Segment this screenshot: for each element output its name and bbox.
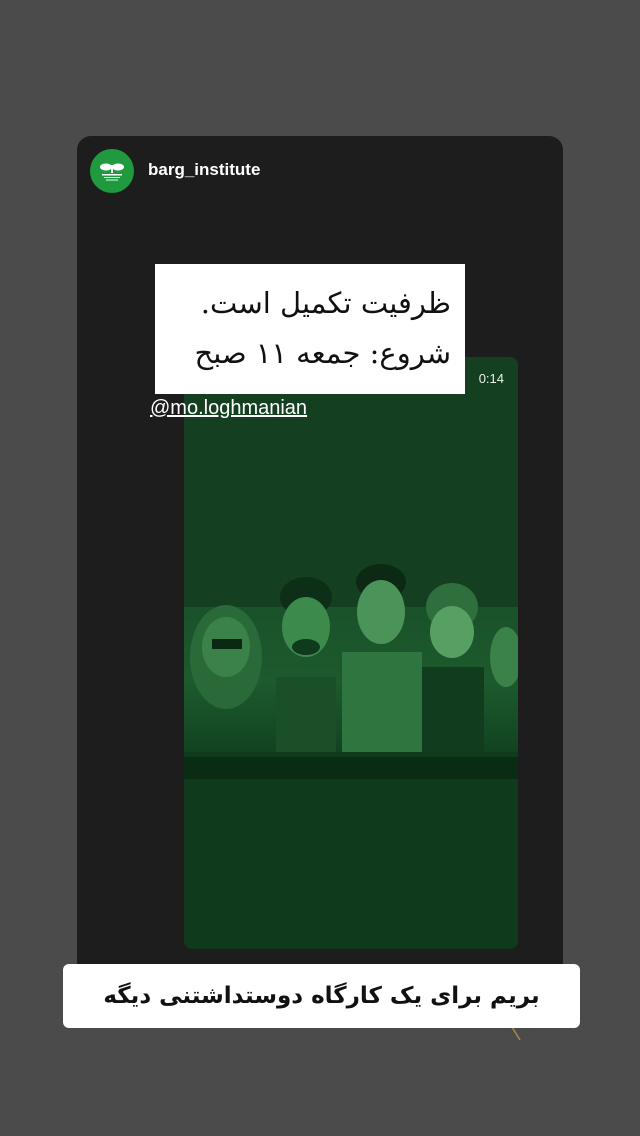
story-screen: barg_institute 0:14 ظرفیت تکمیل است. شرو… <box>0 0 640 1136</box>
video-frame <box>184 357 518 949</box>
bottom-caption-text: بریم برای یک کارگاه دوستداشتنی دیگه <box>103 983 540 1009</box>
caption-sticker[interactable]: ظرفیت تکمیل است. شروع: جمعه ۱۱ صبح <box>155 264 465 394</box>
username[interactable]: barg_institute <box>148 160 260 180</box>
caption-line-1: ظرفیت تکمیل است. <box>200 286 451 320</box>
avatar[interactable] <box>90 149 134 193</box>
mention-link[interactable]: @mo.loghmanian <box>150 397 307 420</box>
video-player[interactable]: 0:14 <box>184 357 518 949</box>
caption-line-2: شروع: جمعه ۱۱ صبح <box>194 336 451 370</box>
video-duration: 0:14 <box>478 371 504 386</box>
leaf-logo-icon <box>100 163 124 181</box>
bottom-caption-sticker[interactable]: بریم برای یک کارگاه دوستداشتنی دیگه <box>63 964 580 1028</box>
